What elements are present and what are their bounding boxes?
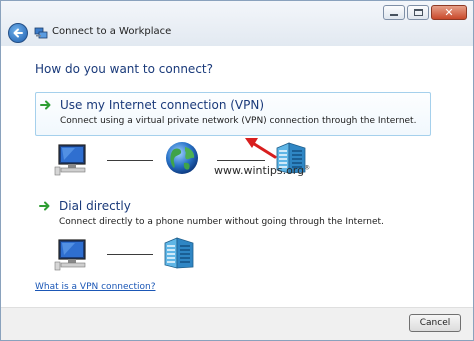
vpn-help-link[interactable]: What is a VPN connection? — [35, 282, 155, 292]
dial-option-description: Connect directly to a phone number witho… — [59, 217, 384, 227]
computer-icon — [54, 144, 86, 176]
network-icon — [34, 27, 48, 39]
title-bar: ✕ Connect to a Workplace — [1, 1, 473, 46]
minimize-icon — [390, 14, 398, 16]
server-icon — [164, 237, 194, 269]
window-controls: ✕ — [383, 5, 467, 20]
vpn-option-description: Connect using a virtual private network … — [60, 116, 417, 126]
computer-icon — [54, 239, 86, 271]
cancel-button[interactable]: Cancel — [409, 314, 461, 332]
connection-line — [107, 160, 153, 161]
close-button[interactable]: ✕ — [431, 5, 467, 20]
back-arrow-icon — [13, 28, 23, 38]
red-annotation-arrow — [245, 138, 277, 159]
maximize-button[interactable] — [407, 5, 429, 20]
watermark-text: www.wintips.org — [214, 164, 305, 177]
watermark: www.wintips.org® — [214, 164, 310, 177]
window-title: Connect to a Workplace — [52, 26, 172, 37]
close-icon: ✕ — [444, 6, 454, 19]
green-arrow-icon — [39, 201, 50, 211]
vpn-option-title: Use my Internet connection (VPN) — [60, 98, 265, 112]
minimize-button[interactable] — [383, 5, 405, 20]
connection-line — [107, 254, 153, 255]
connect-to-workplace-window: ✕ Connect to a Workplace How do you want… — [0, 0, 474, 341]
globe-icon — [166, 142, 198, 174]
page-heading: How do you want to connect? — [35, 62, 213, 76]
dial-option-title: Dial directly — [59, 199, 131, 213]
dialog-footer — [1, 307, 473, 340]
back-button[interactable] — [8, 23, 28, 43]
registered-mark: ® — [304, 164, 311, 172]
vpn-option[interactable]: Use my Internet connection (VPN) Connect… — [35, 92, 431, 136]
dial-option[interactable]: Dial directly Connect directly to a phon… — [35, 194, 431, 238]
maximize-icon — [413, 9, 423, 16]
green-arrow-icon — [40, 100, 51, 110]
